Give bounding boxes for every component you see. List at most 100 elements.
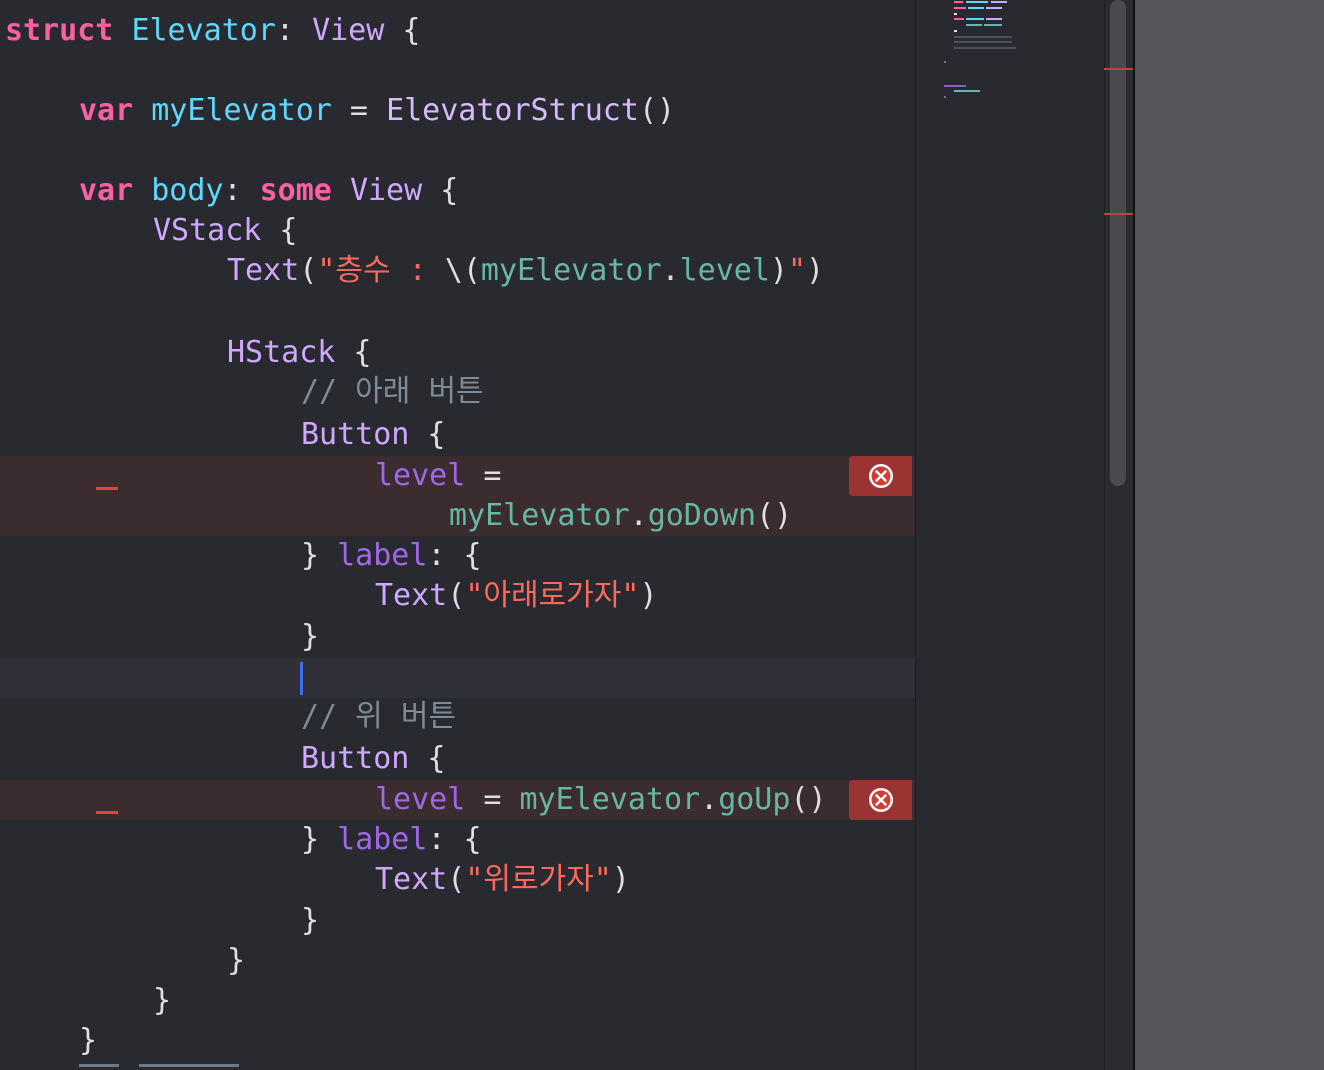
minimap-token — [954, 30, 957, 32]
variable-name: myElevator — [151, 93, 332, 128]
punctuation: . — [629, 498, 648, 533]
text-cursor — [300, 662, 303, 695]
minimap-token — [944, 85, 966, 87]
minimap-token — [966, 24, 982, 26]
code-line[interactable]: } label: { — [0, 820, 482, 860]
minimap-token — [991, 1, 1007, 3]
punctuation: { — [261, 213, 298, 248]
code-line[interactable]: } — [0, 941, 245, 981]
minimap-token — [954, 13, 957, 15]
code-line[interactable]: } label: { — [0, 536, 482, 576]
comment: // 아래 버튼 — [301, 374, 484, 409]
code-line[interactable]: } — [0, 1021, 97, 1061]
code-line-error[interactable]: level = — [0, 456, 501, 496]
punctuation: ( — [299, 253, 318, 288]
minimap-token — [966, 1, 988, 3]
minimap-token — [944, 96, 946, 98]
code-line[interactable]: var myElevator = ElevatorStruct() — [0, 91, 675, 131]
minimap-token — [954, 41, 1012, 43]
string-literal: "아래로가자" — [465, 578, 640, 613]
code-line[interactable]: Button { — [0, 739, 446, 779]
type-name: View — [312, 13, 385, 48]
variable-reference: level — [375, 458, 466, 493]
property-reference: level — [679, 253, 770, 288]
code-line[interactable]: VStack { — [0, 211, 298, 251]
minimap-token — [954, 47, 1016, 49]
code-line[interactable]: } — [0, 981, 171, 1021]
code-line[interactable]: } — [0, 617, 319, 657]
minimap-token — [966, 18, 984, 20]
code-line-error[interactable]: myElevator.goDown() — [0, 496, 792, 536]
code-line[interactable]: Text("위로가자") — [0, 860, 630, 900]
punctuation: } — [301, 822, 338, 857]
code-line[interactable]: HStack { — [0, 333, 372, 373]
label-keyword: label — [337, 538, 428, 573]
punctuation: : { — [427, 822, 482, 857]
type-name: VStack — [153, 213, 262, 248]
struct-name: Elevator — [131, 13, 276, 48]
error-x-circle-icon — [868, 464, 893, 488]
punctuation: () — [638, 93, 676, 128]
code-line[interactable]: // 아래 버튼 — [0, 372, 484, 412]
minimap-token — [954, 7, 966, 9]
punctuation: ) — [639, 578, 658, 613]
punctuation: . — [661, 253, 680, 288]
punctuation: { — [409, 417, 446, 452]
error-badge[interactable] — [849, 456, 912, 496]
type-name: Button — [301, 741, 410, 776]
type-name: View — [349, 173, 423, 208]
scrollbar-error-marker[interactable] — [1104, 213, 1133, 215]
code-line[interactable]: } — [0, 901, 319, 941]
closing-brace: } — [79, 1023, 98, 1058]
code-line-error[interactable]: level = myElevator.goUp() — [0, 780, 827, 820]
interpolation-open: \( — [444, 253, 481, 288]
punctuation: { — [384, 13, 421, 48]
error-gutter-marker — [96, 811, 118, 814]
method-reference: goDown — [647, 498, 757, 533]
closing-brace: } — [301, 619, 320, 654]
string-literal: "층수 : — [317, 253, 445, 288]
type-name: HStack — [227, 335, 336, 370]
code-editor[interactable]: struct Elevator: View { var myElevator =… — [0, 0, 916, 1070]
string-literal: "위로가자" — [465, 862, 612, 897]
operator: = — [331, 93, 387, 128]
punctuation: () — [790, 782, 827, 817]
minimap-token — [954, 18, 964, 20]
code-line[interactable]: var body: some View { — [0, 171, 458, 211]
minimap-token — [984, 24, 1002, 26]
closing-brace: } — [227, 943, 246, 978]
punctuation: ) — [806, 253, 825, 288]
keyword: struct — [5, 13, 114, 48]
minimap-token — [954, 36, 1012, 38]
type-name: Text — [375, 578, 448, 613]
clipped-code-line — [79, 1064, 239, 1070]
comment: // 위 버튼 — [301, 699, 457, 734]
punctuation: () — [756, 498, 793, 533]
punctuation: ) — [611, 862, 630, 897]
operator: = — [465, 782, 520, 817]
closing-brace: } — [301, 903, 320, 938]
minimap-token — [954, 1, 963, 3]
error-gutter-marker — [96, 487, 118, 490]
punctuation: : { — [427, 538, 482, 573]
punctuation: { — [335, 335, 372, 370]
code-line[interactable]: struct Elevator: View { — [0, 11, 420, 51]
scrollbar-error-marker[interactable] — [1104, 68, 1133, 70]
error-x-circle-icon — [868, 788, 893, 812]
code-line[interactable]: Text("아래로가자") — [0, 576, 658, 616]
punctuation: : — [275, 13, 313, 48]
minimap[interactable] — [916, 0, 1104, 1070]
label-keyword: label — [337, 822, 428, 857]
type-name: Text — [375, 862, 448, 897]
minimap-token — [986, 18, 1002, 20]
type-name: Button — [301, 417, 410, 452]
punctuation: . — [700, 782, 719, 817]
code-line[interactable]: Button { — [0, 415, 446, 455]
closing-brace: } — [153, 983, 172, 1018]
punctuation: } — [301, 538, 338, 573]
string-literal: " — [787, 253, 807, 288]
code-line[interactable]: Text("층수 : \(myElevator.level)") — [0, 251, 824, 291]
error-badge[interactable] — [849, 780, 912, 820]
code-line[interactable]: // 위 버튼 — [0, 697, 456, 737]
scrollbar-thumb[interactable] — [1110, 0, 1126, 486]
